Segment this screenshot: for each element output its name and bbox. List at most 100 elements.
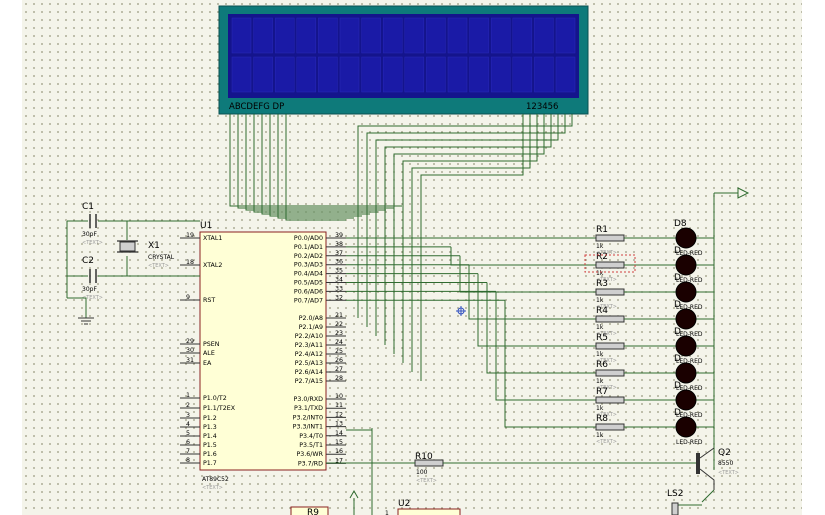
mcu-left-pin-number: 4 <box>186 421 190 428</box>
resistor-value: 1k <box>596 270 604 277</box>
mcu-left-pin-number: 29 <box>186 338 194 345</box>
mcu-left-pin-number: 6 <box>186 439 190 446</box>
mcu-right-pin-name: P3.5/T1 <box>299 442 323 449</box>
vcc-wire <box>713 192 738 470</box>
u2-pin-one: 1 <box>385 510 389 515</box>
mcu-left-pin-name: P1.6 <box>203 451 217 458</box>
mcu-right-pin-number: 28 <box>335 375 343 382</box>
mcu-right-pin-number: 23 <box>335 330 343 337</box>
resistor-ref: R2 <box>596 252 608 262</box>
resistor-ref: R3 <box>596 279 608 289</box>
mcu-left-pin-name: XTAL2 <box>203 262 222 269</box>
mcu-right-pin-number: 24 <box>335 339 343 346</box>
mcu-right-pin-name: P2.0/A8 <box>299 315 323 322</box>
mcu-left-pin-number: 9 <box>186 294 190 301</box>
resistor <box>595 288 625 296</box>
crystal-icon <box>119 241 136 252</box>
mcu-right-pin-name: P3.3/INT1 <box>293 424 323 431</box>
mcu-right-pin-number: 14 <box>335 430 343 437</box>
mcu-right-pin-number: 36 <box>335 259 343 266</box>
led-ref: D <box>674 327 681 337</box>
mcu-right-pin-name: P0.7/AD7 <box>294 297 323 304</box>
x1-hint: <TEXT> <box>148 263 169 269</box>
resistor-value: 1k <box>596 378 604 385</box>
mcu-right-pin-number: 16 <box>335 448 343 455</box>
mcu-right-pin-number: 10 <box>335 393 343 400</box>
ground-icon <box>78 317 94 325</box>
mcu-left-pin-name: P1.5 <box>203 442 217 449</box>
mcu-right-pin-name: P0.4/AD4 <box>294 271 323 278</box>
mcu-right-pin-number: 33 <box>335 285 343 292</box>
mcu-left-pin-number: 31 <box>186 357 194 364</box>
led-red-icon <box>675 416 697 438</box>
c2-value: 30pF <box>82 286 97 293</box>
resistor-ref: R1 <box>596 225 608 235</box>
led-red-icon <box>675 281 697 303</box>
mcu-at89c52[interactable]: U1 AT89C52 <TEXT> 19 XTAL118 XTAL29 RST29 PS… <box>180 221 346 491</box>
q2-hint: <TEXT> <box>718 470 739 476</box>
mcu-right-pin-number: 22 <box>335 321 343 328</box>
led-ref: D <box>674 246 681 256</box>
mcu-right-pin-number: 13 <box>335 421 343 428</box>
mcu-left-pin-name: RST <box>203 297 215 304</box>
led-value: LED-RED <box>676 439 703 446</box>
buzzer-icon <box>671 502 679 515</box>
mcu-right-pin-number: 34 <box>335 277 343 284</box>
c1-value: 30pF <box>82 231 97 238</box>
power-terminal-icon <box>737 187 750 199</box>
mcu-left-pin-name: EA <box>203 360 212 367</box>
mcu-right-pin-name: P2.7/A15 <box>295 378 323 385</box>
mcu-left-pin-name: PSEN <box>203 341 220 348</box>
led-red-icon <box>675 335 697 357</box>
mcu-right-pin-number: 25 <box>335 348 343 355</box>
mcu-right-pin-number: 15 <box>335 439 343 446</box>
mcu-right-pin-number: 21 <box>335 312 343 319</box>
q2-ref: Q2 <box>718 448 731 458</box>
mcu-left-pin-name: P1.3 <box>203 424 217 431</box>
lcd-display[interactable]: ABCDEFG DP 123456 <box>218 5 589 115</box>
mcu-left-pin-name: P1.1/T2EX <box>203 405 236 412</box>
oscillator-circuit[interactable]: C1 30pF <TEXT> C2 30pF <TEXT> X1 CRYSTAL… <box>66 202 200 325</box>
resistor <box>595 369 625 377</box>
q2-value: 8550 <box>718 460 733 467</box>
mcu-right-pin-name: P0.0/AD0 <box>294 235 323 242</box>
mcu-right-pin-number: 32 <box>335 294 343 301</box>
mcu-right-pin-name: P2.5/A13 <box>295 360 323 367</box>
led-ref: D <box>674 354 681 364</box>
r9-partial-ref: R9 <box>307 508 319 515</box>
mcu-right-pin-name: P2.1/A9 <box>299 324 323 331</box>
mcu-right-pin-number: 37 <box>335 250 343 257</box>
mcu-left-pin-name: P1.7 <box>203 460 217 467</box>
schematic-canvas[interactable]: ABCDEFG DP 123456 U1 AT89C52 <TEXT> 19 XT… <box>22 0 802 515</box>
led-ref: D <box>674 381 681 391</box>
resistor-led-array[interactable]: R11k<TEXT>D8LED-REDR21k<TEXT>DLED-REDR31… <box>595 219 714 446</box>
mcu-right-pin-number: 27 <box>335 366 343 373</box>
resistor <box>595 396 625 404</box>
mcu-left-pin-number: 3 <box>186 412 190 419</box>
c1-ref: C1 <box>82 202 94 212</box>
mcu-right-pin-name: P2.3/A11 <box>295 342 323 349</box>
resistor-ref: R4 <box>596 306 608 316</box>
mcu-left-pin-number: 8 <box>186 457 190 464</box>
mcu-right-pin-name: P3.4/T0 <box>299 433 323 440</box>
mcu-right-pin-name: P2.4/A12 <box>295 351 323 358</box>
mcu-ref: U1 <box>200 221 212 231</box>
resistor-value: 1k <box>596 243 604 250</box>
led-red-icon <box>675 227 697 249</box>
resistor <box>595 261 625 269</box>
mcu-left-pin-name: XTAL1 <box>203 235 222 242</box>
mcu-right-pin-name: P0.6/AD6 <box>294 288 323 295</box>
led-ref: D <box>674 273 681 283</box>
mcu-left-pin-name: P1.0/T2 <box>203 395 227 402</box>
mcu-left-pin-name: P1.2 <box>203 415 217 422</box>
buzzer-driver[interactable]: R10 100 <TEXT> Q2 8550 <TEXT> LS2 <box>326 447 739 515</box>
mcu-left-pin-number: 18 <box>186 259 194 266</box>
led-red-icon <box>675 389 697 411</box>
mcu-right-pin-number: 12 <box>335 411 343 418</box>
u2-ref: U2 <box>398 499 410 509</box>
resistor-value: 1k <box>596 432 604 439</box>
led-red-icon <box>675 254 697 276</box>
mcu-left-pin-name: P1.4 <box>203 433 217 440</box>
r10-value: 100 <box>416 469 428 476</box>
resistor-hint: <TEXT> <box>596 439 617 445</box>
